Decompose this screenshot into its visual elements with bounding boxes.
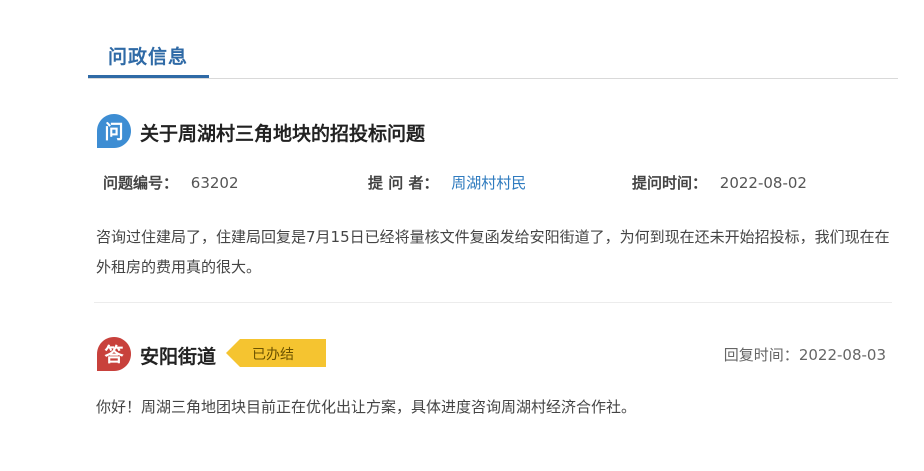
question-title: 关于周湖村三角地块的招投标问题 [140, 123, 426, 145]
question-number-value: 63202 [190, 174, 239, 192]
question-icon-char: 问 [104, 121, 123, 143]
question-number: 问题编号： 63202 [103, 172, 239, 193]
answer-icon-char: 答 [104, 343, 124, 366]
question-time-value: 2022-08-02 [719, 174, 807, 192]
question-time: 提问时间： 2022-08-02 [632, 172, 807, 193]
answer-icon: 答 [97, 337, 131, 371]
question-time-label: 提问时间： [632, 174, 708, 192]
question-body: 咨询过住建局了，住建局回复是7月15日已经将量核文件复函发给安阳街道了，为何到现… [96, 228, 890, 276]
question-asker-label: 提 问 者： [368, 174, 439, 192]
section-divider [94, 302, 892, 303]
answer-body: 你好！周湖三角地团块目前正在优化出让方案，具体进度咨询周湖村经济合作社。 [96, 398, 637, 416]
tab-label: 问政信息 [108, 46, 189, 68]
question-icon: 问 [97, 114, 131, 148]
answer-department: 安阳街道 [140, 346, 217, 368]
question-asker-link[interactable]: 周湖村村民 [451, 174, 526, 192]
answer-time-value: 2022-08-03 [798, 346, 886, 364]
question-number-label: 问题编号： [103, 174, 179, 192]
tab-bar: 问政信息 [88, 0, 898, 79]
question-asker: 提 问 者： 周湖村村民 [368, 172, 526, 193]
tab-wenzheng-info[interactable]: 问政信息 [88, 38, 209, 78]
status-badge-label: 已办结 [252, 347, 294, 363]
answer-time: 回复时间：2022-08-03 [724, 344, 886, 365]
answer-time-label: 回复时间： [723, 346, 799, 364]
